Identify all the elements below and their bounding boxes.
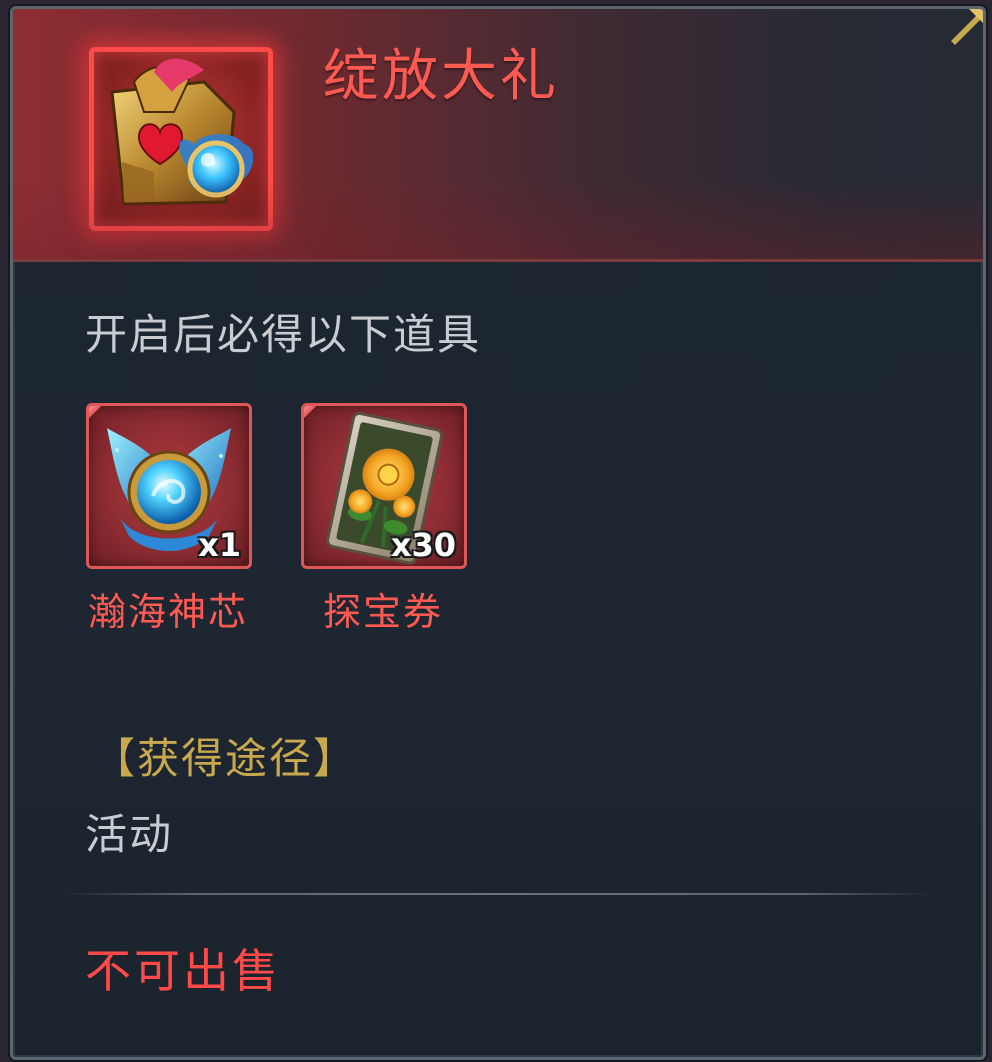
reward-name: 探宝券: [322, 590, 443, 634]
sale-status: 不可出售: [85, 944, 281, 998]
source-heading: 【获得途径】: [93, 734, 358, 783]
item-tooltip-panel: 绽放大礼 开启后必得以下道具 x1 瀚海神芯 x30 探宝券 【获得途径】 活动…: [10, 6, 986, 1060]
contents-description: 开启后必得以下道具: [85, 310, 482, 359]
reward-quantity: x30: [390, 526, 456, 564]
reward-item[interactable]: x1 瀚海神芯: [86, 403, 252, 636]
reward-quantity: x1: [198, 526, 241, 564]
item-header: 绽放大礼: [13, 9, 983, 262]
reward-name: 瀚海神芯: [87, 590, 248, 634]
item-icon-frame: [89, 47, 273, 231]
reward-item-frame[interactable]: x1: [86, 403, 252, 569]
reward-item-frame[interactable]: x30: [301, 403, 467, 569]
divider: [63, 893, 933, 895]
source-value: 活动: [85, 810, 174, 859]
gift-chest-icon: [110, 58, 254, 206]
corner-ornament-icon: [951, 9, 983, 45]
item-title: 绽放大礼: [323, 44, 559, 109]
reward-item[interactable]: x30 探宝券: [301, 403, 467, 636]
